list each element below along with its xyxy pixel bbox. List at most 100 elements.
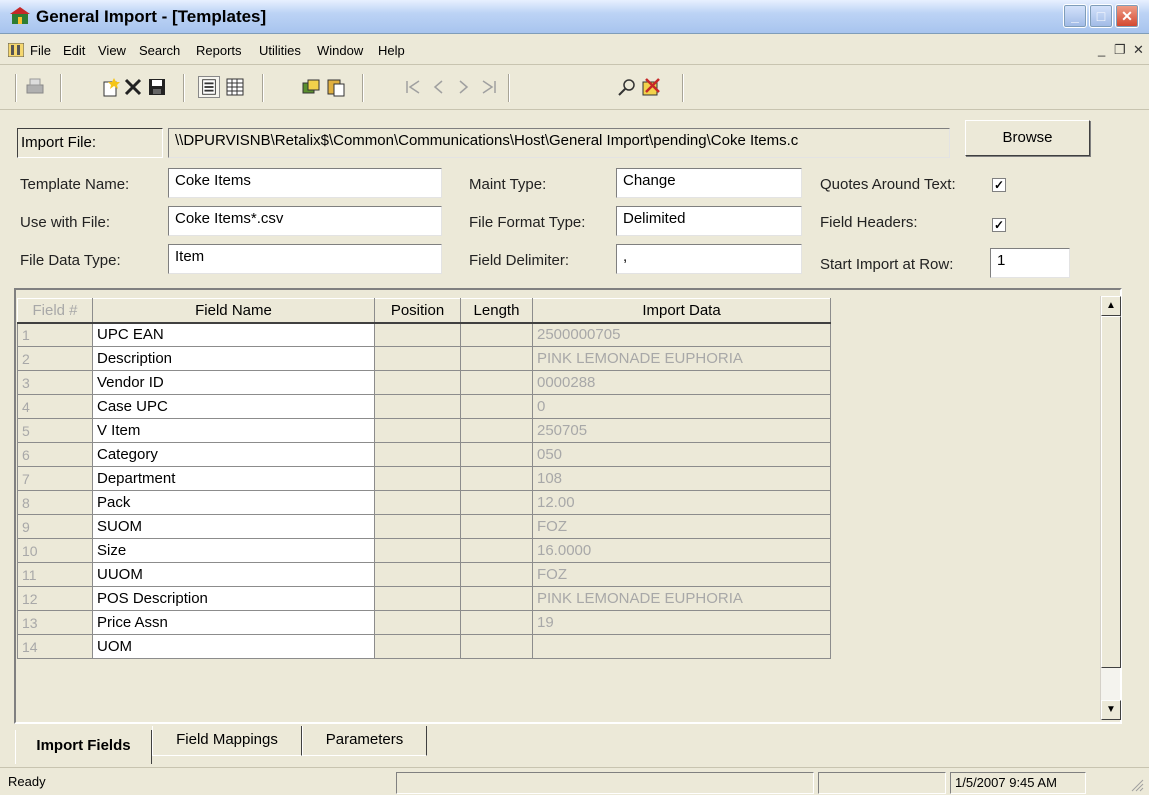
position-cell[interactable]	[374, 322, 461, 347]
minimize-button[interactable]: _	[1063, 4, 1087, 28]
length-cell[interactable]	[460, 562, 533, 587]
table-row[interactable]: 9 SUOM FOZ	[17, 514, 831, 539]
browse-button[interactable]: Browse	[965, 120, 1090, 156]
field-name-cell[interactable]: Pack	[92, 490, 375, 515]
save-icon[interactable]	[146, 76, 168, 98]
table-row[interactable]: 1 UPC EAN 2500000705	[17, 322, 831, 347]
field-headers-checkbox[interactable]: ✓	[992, 218, 1006, 232]
mdi-close-button[interactable]: ✕	[1133, 42, 1144, 58]
menu-view[interactable]: View	[98, 43, 126, 58]
form-view-icon[interactable]	[198, 76, 220, 98]
field-name-cell[interactable]: POS Description	[92, 586, 375, 611]
start-import-row-field[interactable]: 1	[990, 248, 1070, 278]
column-header-length[interactable]: Length	[460, 298, 533, 324]
field-name-cell[interactable]: UOM	[92, 634, 375, 659]
table-row[interactable]: 3 Vendor ID 0000288	[17, 370, 831, 395]
field-name-cell[interactable]: UUOM	[92, 562, 375, 587]
field-name-cell[interactable]: Category	[92, 442, 375, 467]
field-name-cell[interactable]: Description	[92, 346, 375, 371]
table-row[interactable]: 13 Price Assn 19	[17, 610, 831, 635]
resize-grip-icon[interactable]	[1128, 776, 1144, 792]
file-format-type-field[interactable]: Delimited	[616, 206, 802, 236]
field-name-cell[interactable]: Vendor ID	[92, 370, 375, 395]
maint-type-field[interactable]: Change	[616, 168, 802, 198]
scroll-thumb[interactable]	[1101, 316, 1121, 668]
mdi-restore-button[interactable]: ❐	[1114, 42, 1126, 58]
table-row[interactable]: 2 Description PINK LEMONADE EUPHORIA	[17, 346, 831, 371]
length-cell[interactable]	[460, 610, 533, 635]
position-cell[interactable]	[374, 538, 461, 563]
next-record-icon[interactable]	[452, 76, 474, 98]
menu-search[interactable]: Search	[139, 43, 180, 58]
position-cell[interactable]	[374, 466, 461, 491]
paste-icon[interactable]	[325, 76, 347, 98]
field-name-cell[interactable]: Price Assn	[92, 610, 375, 635]
field-name-cell[interactable]: Size	[92, 538, 375, 563]
prev-record-icon[interactable]	[428, 76, 450, 98]
position-cell[interactable]	[374, 418, 461, 443]
delete-icon[interactable]	[122, 76, 144, 98]
menu-edit[interactable]: Edit	[63, 43, 85, 58]
field-name-cell[interactable]: Case UPC	[92, 394, 375, 419]
position-cell[interactable]	[374, 514, 461, 539]
use-with-file-field[interactable]: Coke Items*.csv	[168, 206, 442, 236]
length-cell[interactable]	[460, 370, 533, 395]
position-cell[interactable]	[374, 586, 461, 611]
template-name-field[interactable]: Coke Items	[168, 168, 442, 198]
position-cell[interactable]	[374, 490, 461, 515]
find-icon[interactable]	[616, 76, 638, 98]
position-cell[interactable]	[374, 562, 461, 587]
column-header-field-num[interactable]: Field #	[17, 298, 93, 324]
field-name-cell[interactable]: SUOM	[92, 514, 375, 539]
column-header-position[interactable]: Position	[374, 298, 461, 324]
length-cell[interactable]	[460, 514, 533, 539]
import-file-field[interactable]: \\DPURVISNB\Retalix$\Common\Communicatio…	[168, 128, 950, 158]
maximize-button[interactable]: □	[1089, 4, 1113, 28]
first-record-icon[interactable]	[402, 76, 424, 98]
position-cell[interactable]	[374, 394, 461, 419]
table-row[interactable]: 7 Department 108	[17, 466, 831, 491]
exit-icon[interactable]	[640, 76, 662, 98]
last-record-icon[interactable]	[478, 76, 500, 98]
length-cell[interactable]	[460, 466, 533, 491]
field-name-cell[interactable]: Department	[92, 466, 375, 491]
title-bar[interactable]: General Import - [Templates] _ □ ✕	[0, 0, 1149, 34]
menu-utilities[interactable]: Utilities	[259, 43, 301, 58]
field-delimiter-field[interactable]: ,	[616, 244, 802, 274]
table-row[interactable]: 11 UUOM FOZ	[17, 562, 831, 587]
position-cell[interactable]	[374, 370, 461, 395]
copy-icon[interactable]	[300, 76, 322, 98]
menu-window[interactable]: Window	[317, 43, 363, 58]
table-row[interactable]: 14 UOM	[17, 634, 831, 659]
table-row[interactable]: 4 Case UPC 0	[17, 394, 831, 419]
vertical-scrollbar[interactable]: ▲ ▼	[1100, 296, 1121, 720]
tab-parameters[interactable]: Parameters	[302, 726, 427, 756]
menu-help[interactable]: Help	[378, 43, 405, 58]
length-cell[interactable]	[460, 394, 533, 419]
tab-field-mappings[interactable]: Field Mappings	[152, 726, 302, 756]
mdi-child-icon[interactable]	[8, 43, 24, 57]
length-cell[interactable]	[460, 538, 533, 563]
print-icon[interactable]	[24, 76, 46, 98]
position-cell[interactable]	[374, 634, 461, 659]
length-cell[interactable]	[460, 442, 533, 467]
quotes-around-text-checkbox[interactable]: ✓	[992, 178, 1006, 192]
close-button[interactable]: ✕	[1115, 4, 1139, 28]
new-icon[interactable]	[100, 76, 122, 98]
scroll-down-button[interactable]: ▼	[1101, 700, 1121, 720]
table-row[interactable]: 8 Pack 12.00	[17, 490, 831, 515]
table-row[interactable]: 12 POS Description PINK LEMONADE EUPHORIA	[17, 586, 831, 611]
table-row[interactable]: 6 Category 050	[17, 442, 831, 467]
table-row[interactable]: 10 Size 16.0000	[17, 538, 831, 563]
field-name-cell[interactable]: UPC EAN	[92, 322, 375, 347]
position-cell[interactable]	[374, 610, 461, 635]
field-name-cell[interactable]: V Item	[92, 418, 375, 443]
length-cell[interactable]	[460, 634, 533, 659]
length-cell[interactable]	[460, 586, 533, 611]
length-cell[interactable]	[460, 418, 533, 443]
menu-reports[interactable]: Reports	[196, 43, 242, 58]
position-cell[interactable]	[374, 442, 461, 467]
length-cell[interactable]	[460, 322, 533, 347]
file-data-type-field[interactable]: Item	[168, 244, 442, 274]
menu-file[interactable]: File	[30, 43, 51, 58]
